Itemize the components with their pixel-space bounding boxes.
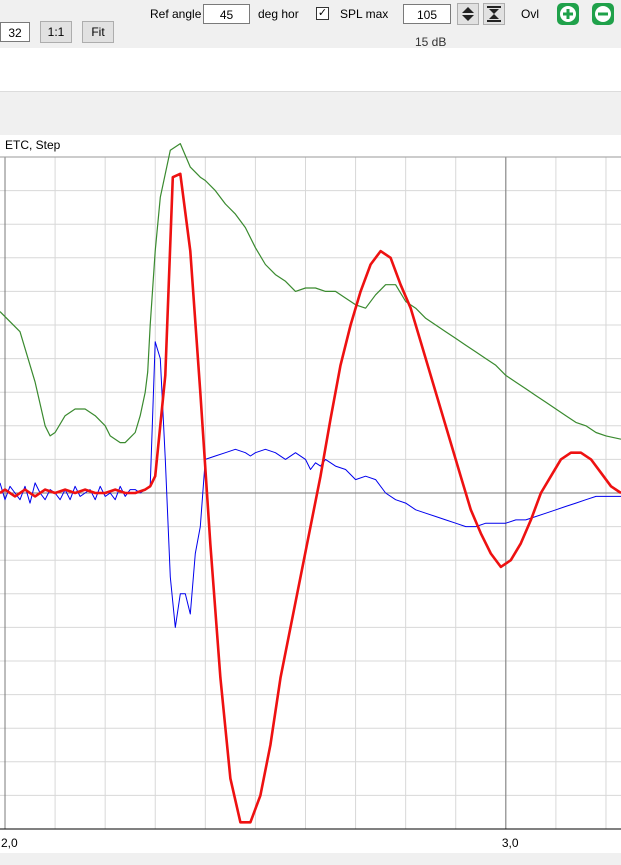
series-line-1: [0, 341, 621, 628]
spl-max-input[interactable]: 105: [403, 4, 451, 24]
spin-updown-button[interactable]: [457, 3, 479, 25]
spl-max-checkbox[interactable]: ✓: [316, 7, 329, 20]
updown-arrows-icon: [462, 7, 474, 21]
series-line-2: [0, 172, 621, 824]
behind-text: 15 dB: [415, 35, 447, 49]
plus-icon: [560, 6, 576, 22]
ref-angle-label: Ref angle: [150, 7, 202, 21]
one-to-one-button[interactable]: 1:1: [40, 21, 72, 43]
fit-button[interactable]: Fit: [82, 21, 114, 43]
header-panel: [0, 48, 621, 92]
x-tick-label: 3,0: [502, 836, 519, 850]
ref-angle-input[interactable]: 45: [203, 4, 250, 24]
deg-hor-label: deg hor: [258, 7, 299, 21]
x-tick-label: 2,0: [1, 836, 18, 850]
zoom-input[interactable]: 32: [0, 22, 30, 42]
chart-title: ETC, Step: [5, 138, 61, 152]
remove-overlay-button[interactable]: [592, 3, 614, 25]
gray-band: [0, 92, 621, 135]
minus-icon: [595, 6, 611, 22]
add-overlay-button[interactable]: [557, 3, 579, 25]
bottom-band: [0, 853, 621, 865]
hourglass-icon: [487, 6, 501, 22]
spl-max-label: SPL max: [340, 7, 389, 21]
etc-chart[interactable]: 2,0 3,0: [0, 135, 621, 853]
toolbar: 32 1:1 Fit Ref angle 45 deg hor ✓ SPL ma…: [0, 0, 621, 48]
collapse-expand-button[interactable]: [483, 3, 505, 25]
series-line-0: [0, 143, 621, 444]
ovl-label: Ovl: [521, 7, 539, 21]
plot-area[interactable]: 2,0 3,0: [0, 135, 621, 853]
